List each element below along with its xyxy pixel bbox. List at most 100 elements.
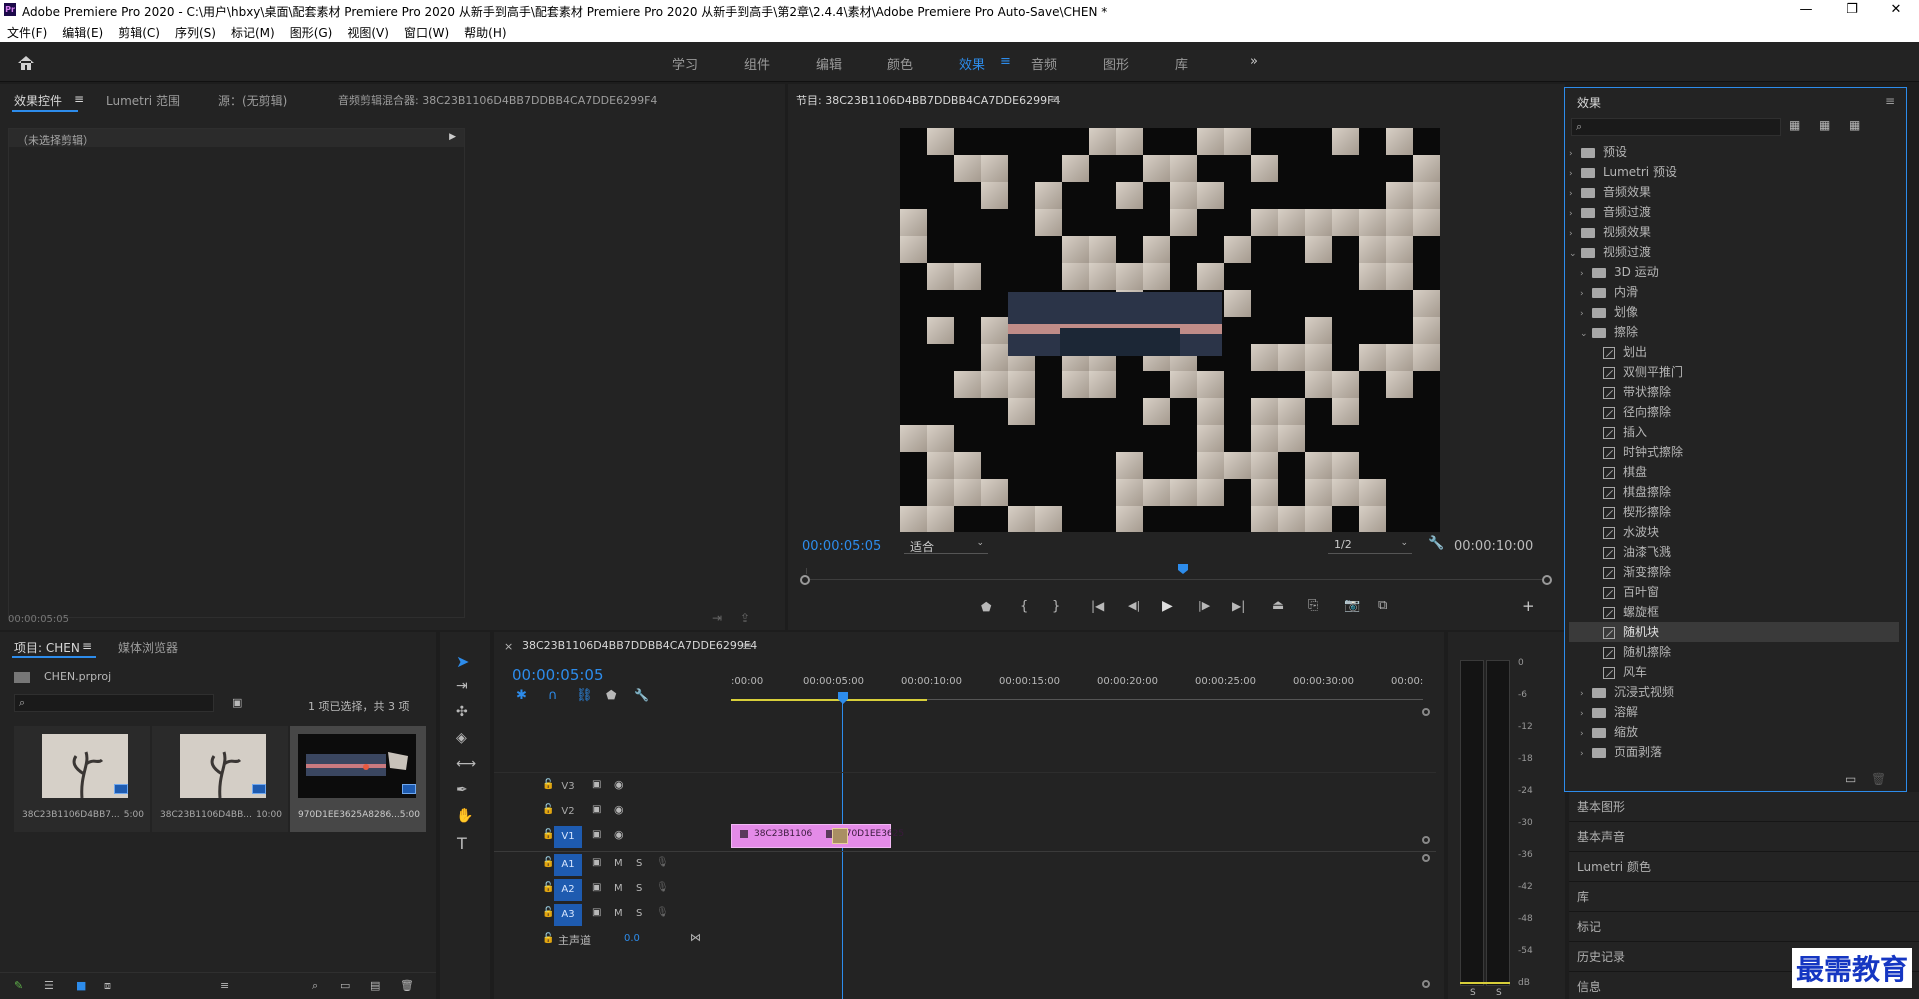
new-item-icon[interactable]: ▤: [370, 979, 380, 992]
workspace-assembly[interactable]: 组件: [744, 54, 770, 73]
effects-folder[interactable]: › 沉浸式视频: [1569, 682, 1899, 702]
workspace-graphics[interactable]: 图形: [1103, 54, 1129, 73]
effects-folder[interactable]: › 视频效果: [1569, 222, 1899, 242]
camera-icon[interactable]: 📷: [1344, 598, 1360, 613]
sync-icon[interactable]: ▣: [592, 882, 601, 893]
master-end-icon[interactable]: ⋈: [690, 931, 701, 944]
sync-icon[interactable]: ▣: [592, 779, 601, 790]
solo-right-button[interactable]: S: [1496, 988, 1502, 998]
program-menu-icon[interactable]: ≡: [1050, 92, 1060, 106]
close-button[interactable]: ✕: [1873, 0, 1919, 20]
delete-icon[interactable]: 🗑: [1871, 772, 1886, 786]
32-bit-effects-icon[interactable]: ▦: [1819, 118, 1830, 132]
solo-left-button[interactable]: S: [1470, 988, 1476, 998]
sequence-tab[interactable]: 38C23B1106D4BB7DDBB4CA7DDE6299F4: [522, 639, 757, 652]
go-to-out-icon[interactable]: ▶|: [1232, 599, 1245, 613]
step-back-icon[interactable]: ◀|: [1128, 599, 1140, 612]
add-marker-icon[interactable]: ⬟: [606, 688, 616, 702]
menu-marker[interactable]: 标记(M): [224, 20, 283, 41]
chevron-right-icon[interactable]: ›: [1569, 144, 1581, 164]
nest-icon[interactable]: ✱: [516, 688, 527, 703]
timeline-settings-icon[interactable]: 🔧: [634, 688, 649, 702]
chevron-down-icon[interactable]: ⌄: [1569, 244, 1581, 264]
effects-folder[interactable]: › 音频效果: [1569, 182, 1899, 202]
effects-item[interactable]: 百叶窗: [1569, 582, 1899, 602]
lock-icon[interactable]: 🔓: [542, 857, 554, 868]
effects-item[interactable]: 楔形擦除: [1569, 502, 1899, 522]
close-sequence-icon[interactable]: ×: [504, 640, 513, 653]
pen-tool-icon[interactable]: ✒: [456, 782, 468, 798]
comparison-view-icon[interactable]: ⧉: [1378, 598, 1387, 613]
pencil-icon[interactable]: ✎: [14, 979, 23, 992]
tab-lumetri-scopes[interactable]: Lumetri 范围: [106, 92, 180, 109]
wrench-icon[interactable]: 🔧: [1428, 536, 1444, 551]
scrubber-start-handle[interactable]: [800, 575, 810, 585]
track-label-a1[interactable]: A1: [554, 854, 582, 876]
track-label-a3[interactable]: A3: [554, 904, 582, 926]
play-icon[interactable]: ▶: [1162, 598, 1173, 614]
v-scroll-handle-mid[interactable]: [1422, 836, 1430, 844]
lock-icon[interactable]: 🔓: [542, 882, 554, 893]
workspace-effects[interactable]: 效果: [959, 54, 985, 73]
program-playhead-timecode[interactable]: 00:00:05:05: [802, 539, 881, 554]
menu-clip[interactable]: 剪辑(C): [111, 20, 168, 41]
master-volume[interactable]: 0.0: [624, 933, 640, 944]
mark-out-icon[interactable]: }: [1052, 599, 1060, 614]
transition-random-blocks[interactable]: [832, 828, 848, 844]
solo-button[interactable]: S: [636, 883, 642, 894]
track-label-v1[interactable]: V1: [554, 826, 582, 848]
effects-item[interactable]: 水波块: [1569, 522, 1899, 542]
project-menu-icon[interactable]: ≡: [82, 639, 92, 653]
tab-media-browser[interactable]: 媒体浏览器: [118, 639, 178, 656]
find-icon[interactable]: ⌕: [312, 979, 318, 993]
sync-icon[interactable]: ▣: [592, 857, 601, 868]
list-view-icon[interactable]: ☰: [44, 979, 54, 992]
new-bin-footer-icon[interactable]: ▭: [340, 979, 350, 992]
ripple-edit-tool-icon[interactable]: ✣: [456, 704, 468, 720]
selection-tool-icon[interactable]: ➤: [456, 652, 469, 671]
linked-selection-icon[interactable]: ⛓: [576, 688, 593, 703]
expand-arrow-icon[interactable]: ▶: [449, 132, 456, 142]
track-label-a2[interactable]: A2: [554, 879, 582, 901]
eye-icon[interactable]: ◉: [614, 828, 624, 841]
workspace-audio[interactable]: 音频: [1031, 54, 1057, 73]
tab-source[interactable]: 源：(无剪辑): [218, 92, 287, 109]
chevron-right-icon[interactable]: ›: [1580, 284, 1592, 304]
type-tool-icon[interactable]: T: [457, 834, 467, 853]
lock-icon[interactable]: 🔓: [542, 804, 554, 815]
track-label-v3[interactable]: V3: [554, 776, 582, 798]
mic-icon[interactable]: 🎙: [656, 907, 669, 918]
add-button-icon[interactable]: +: [1522, 597, 1535, 615]
effects-item[interactable]: 双侧平推门: [1569, 362, 1899, 382]
effects-folder[interactable]: › 页面剥落: [1569, 742, 1899, 762]
menu-sequence[interactable]: 序列(S): [168, 20, 224, 41]
panel-libraries[interactable]: 库: [1569, 882, 1919, 912]
snap-icon[interactable]: ∩: [548, 688, 558, 703]
workspace-color[interactable]: 颜色: [887, 54, 913, 73]
tab-menu-icon[interactable]: ≡: [74, 92, 84, 106]
effects-search-input[interactable]: ⌕: [1571, 118, 1781, 136]
lock-icon[interactable]: 🔓: [542, 779, 554, 790]
add-marker-icon[interactable]: ⬟: [981, 600, 991, 614]
effects-folder[interactable]: › 音频过渡: [1569, 202, 1899, 222]
effects-folder[interactable]: › 3D 运动: [1569, 262, 1899, 282]
v-scroll-handle-top[interactable]: [1422, 708, 1430, 716]
workspace-libraries[interactable]: 库: [1175, 54, 1188, 73]
effects-menu-icon[interactable]: ≡: [1885, 94, 1895, 108]
effects-folder[interactable]: ⌄ 视频过渡: [1569, 242, 1899, 262]
effects-item[interactable]: 插入: [1569, 422, 1899, 442]
project-item[interactable]: 38C23B1106D4BB7... 5:00: [14, 726, 150, 832]
effects-item[interactable]: 油漆飞溅: [1569, 542, 1899, 562]
mark-in-icon[interactable]: {: [1020, 599, 1028, 614]
eye-icon[interactable]: ◉: [614, 803, 624, 816]
effects-item[interactable]: 渐变擦除: [1569, 562, 1899, 582]
sync-icon[interactable]: ▣: [592, 907, 601, 918]
step-forward-icon[interactable]: |▶: [1198, 599, 1210, 612]
go-to-in-icon[interactable]: |◀: [1091, 599, 1104, 613]
effects-item[interactable]: 时钟式擦除: [1569, 442, 1899, 462]
effects-item[interactable]: 随机擦除: [1569, 642, 1899, 662]
lock-icon[interactable]: 🔓: [542, 933, 554, 944]
effects-folder[interactable]: › 划像: [1569, 302, 1899, 322]
effects-item[interactable]: 棋盘: [1569, 462, 1899, 482]
mute-button[interactable]: M: [614, 908, 623, 919]
